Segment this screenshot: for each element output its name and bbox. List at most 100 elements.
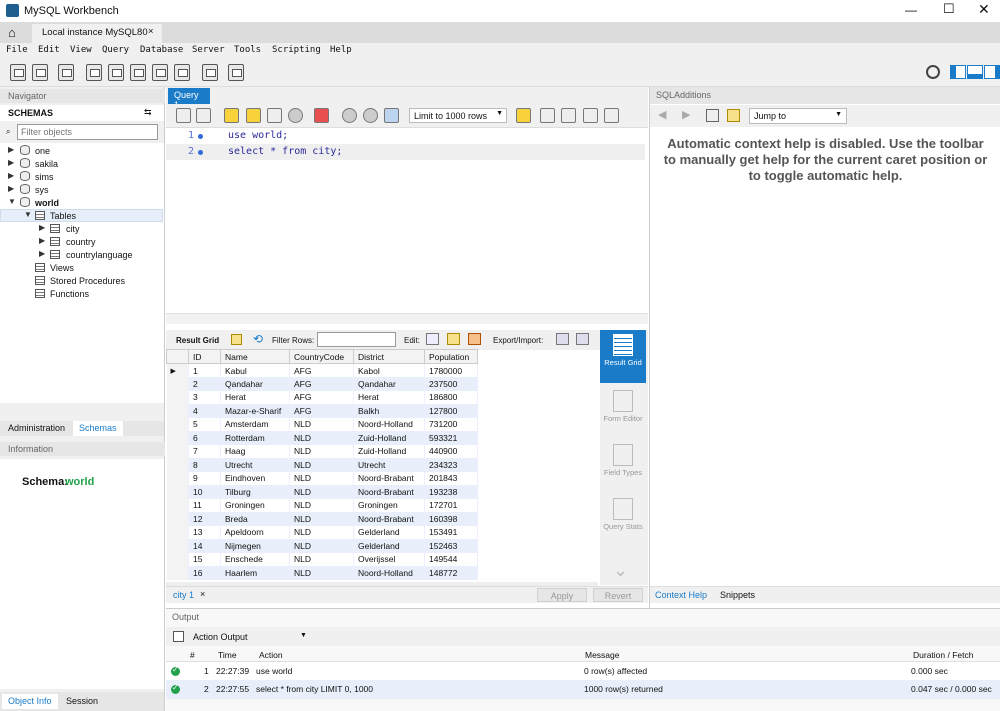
toggle-right-panel-icon[interactable] xyxy=(984,65,1000,79)
schema-sakila[interactable]: sakila xyxy=(35,158,58,170)
column-header-district[interactable]: District xyxy=(353,349,425,364)
menu-file[interactable]: File xyxy=(6,45,28,55)
cell-name[interactable]: Rotterdam xyxy=(220,431,290,445)
cell-countrycode[interactable]: NLD xyxy=(289,431,354,445)
connection-tab[interactable]: Local instance MySQL80 × xyxy=(32,24,162,43)
jump-to-select[interactable]: Jump to ▼ xyxy=(749,108,847,124)
row-marker[interactable] xyxy=(166,431,189,445)
cell-countrycode[interactable]: AFG xyxy=(289,363,354,377)
cell-countrycode[interactable]: AFG xyxy=(289,377,354,391)
stored-procedures-node[interactable]: Stored Procedures xyxy=(50,275,125,287)
result-tab-close-icon[interactable]: × xyxy=(200,589,205,599)
cell-countrycode[interactable]: AFG xyxy=(289,390,354,404)
menu-query[interactable]: Query xyxy=(102,45,129,55)
cell-countrycode[interactable]: NLD xyxy=(289,566,354,580)
row-marker[interactable] xyxy=(166,498,189,512)
cell-id[interactable]: 3 xyxy=(188,390,221,404)
filter-rows-input[interactable] xyxy=(317,332,396,347)
editor-hscrollbar[interactable] xyxy=(166,313,648,324)
cell-population[interactable]: 201843 xyxy=(424,471,478,485)
tables-node[interactable]: Tables xyxy=(50,210,76,222)
explain-icon[interactable] xyxy=(267,108,282,123)
cell-id[interactable]: 5 xyxy=(188,417,221,431)
cell-district[interactable]: Kabol xyxy=(353,363,425,377)
stop-icon[interactable] xyxy=(288,108,303,123)
row-marker[interactable] xyxy=(166,444,189,458)
cell-countrycode[interactable]: NLD xyxy=(289,444,354,458)
menu-edit[interactable]: Edit xyxy=(38,45,60,55)
cell-id[interactable]: 7 xyxy=(188,444,221,458)
table-row[interactable]: 3 Herat AFG Herat 186800 xyxy=(166,390,478,404)
row-marker[interactable] xyxy=(166,512,189,526)
cell-name[interactable]: Tilburg xyxy=(220,485,290,499)
row-marker[interactable] xyxy=(166,377,189,391)
cell-name[interactable]: Eindhoven xyxy=(220,471,290,485)
invisible-chars-icon[interactable] xyxy=(583,108,598,123)
table-row[interactable]: 7 Haag NLD Zuid-Holland 440900 xyxy=(166,444,478,458)
cell-name[interactable]: Haarlem xyxy=(220,566,290,580)
add-snippet-icon[interactable] xyxy=(516,108,531,123)
edit-row-icon[interactable] xyxy=(426,333,439,345)
cell-name[interactable]: Nijmegen xyxy=(220,539,290,553)
tab-context-help[interactable]: Context Help xyxy=(655,590,707,600)
cell-name[interactable]: Herat xyxy=(220,390,290,404)
cell-id[interactable]: 12 xyxy=(188,512,221,526)
cell-id[interactable]: 9 xyxy=(188,471,221,485)
row-marker[interactable]: ▶ xyxy=(166,363,189,377)
execute-icon[interactable] xyxy=(224,108,239,123)
beautify-icon[interactable] xyxy=(540,108,555,123)
row-marker[interactable] xyxy=(166,471,189,485)
tab-object-info[interactable]: Object Info xyxy=(2,694,58,709)
cell-population[interactable]: 193238 xyxy=(424,485,478,499)
cell-population[interactable]: 1780000 xyxy=(424,363,478,377)
apply-button[interactable]: Apply xyxy=(537,588,587,602)
cell-name[interactable]: Amsterdam xyxy=(220,417,290,431)
cell-name[interactable]: Qandahar xyxy=(220,377,290,391)
cell-id[interactable]: 2 xyxy=(188,377,221,391)
cell-name[interactable]: Groningen xyxy=(220,498,290,512)
reconnect-icon[interactable] xyxy=(228,64,244,81)
cell-countrycode[interactable]: NLD xyxy=(289,485,354,499)
cell-district[interactable]: Gelderland xyxy=(353,539,425,553)
refresh-schemas-icon[interactable]: ⇆ xyxy=(144,107,152,118)
tab-snippets[interactable]: Snippets xyxy=(720,590,755,600)
table-row[interactable]: 13 Apeldoorn NLD Gelderland 153491 xyxy=(166,525,478,539)
scroll-down-chevron-icon[interactable]: ⌄ xyxy=(613,560,628,581)
cell-population[interactable]: 186800 xyxy=(424,390,478,404)
row-marker[interactable] xyxy=(166,566,189,580)
table-countrylanguage[interactable]: countrylanguage xyxy=(66,249,133,261)
maximize-button[interactable]: ☐ xyxy=(943,1,955,17)
copy-icon[interactable] xyxy=(173,631,184,642)
tab-administration[interactable]: Administration xyxy=(2,421,71,436)
table-row[interactable]: 11 Groningen NLD Groningen 172701 xyxy=(166,498,478,512)
row-marker[interactable] xyxy=(166,525,189,539)
functions-node[interactable]: Functions xyxy=(50,288,89,300)
cell-population[interactable]: 440900 xyxy=(424,444,478,458)
schema-world[interactable]: world xyxy=(35,197,59,209)
row-marker[interactable] xyxy=(166,404,189,418)
cell-district[interactable]: Zuid-Holland xyxy=(353,444,425,458)
cell-countrycode[interactable]: NLD xyxy=(289,552,354,566)
cell-id[interactable]: 4 xyxy=(188,404,221,418)
result-tab-city[interactable]: city 1 xyxy=(173,590,194,600)
cell-countrycode[interactable]: NLD xyxy=(289,525,354,539)
cell-district[interactable]: Balkh xyxy=(353,404,425,418)
cell-population[interactable]: 731200 xyxy=(424,417,478,431)
output-row[interactable]: 1 22:27:39 use world 0 row(s) affected 0… xyxy=(166,662,1000,680)
create-function-icon[interactable] xyxy=(174,64,190,81)
table-row[interactable]: 4 Mazar-e-Sharif AFG Balkh 127800 xyxy=(166,404,478,418)
cell-id[interactable]: 13 xyxy=(188,525,221,539)
export-icon[interactable] xyxy=(556,333,569,345)
cell-population[interactable]: 127800 xyxy=(424,404,478,418)
refresh-icon[interactable]: ⟲ xyxy=(253,332,263,346)
sql-editor[interactable]: 1 use world; 2 select * from city; xyxy=(166,128,648,310)
cell-id[interactable]: 16 xyxy=(188,566,221,580)
cell-name[interactable]: Kabul xyxy=(220,363,290,377)
table-row[interactable]: 14 Nijmegen NLD Gelderland 152463 xyxy=(166,539,478,553)
output-row[interactable]: 2 22:27:55 select * from city LIMIT 0, 1… xyxy=(166,680,1000,699)
table-row[interactable]: 5 Amsterdam NLD Noord-Holland 731200 xyxy=(166,417,478,431)
table-row[interactable]: 9 Eindhoven NLD Noord-Brabant 201843 xyxy=(166,471,478,485)
find-icon[interactable] xyxy=(561,108,576,123)
home-icon[interactable]: ⌂ xyxy=(8,25,16,40)
table-row[interactable]: ▶ 1 Kabul AFG Kabol 1780000 xyxy=(166,363,478,377)
